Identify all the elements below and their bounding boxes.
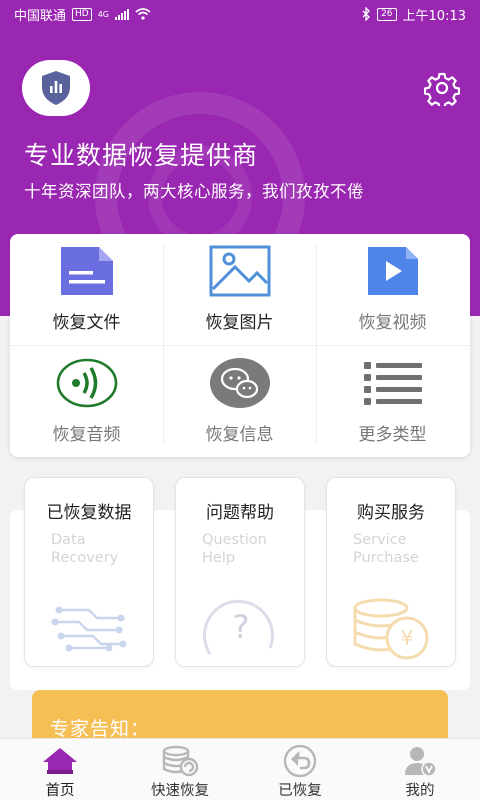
user-icon <box>405 747 437 777</box>
document-icon <box>60 247 113 295</box>
svg-text:¥: ¥ <box>401 626 414 650</box>
page-title: 专业数据恢复提供商 <box>24 141 259 170</box>
purchase-service-en-2: Purchase <box>353 550 419 566</box>
page-subtitle: 十年资深团队，两大核心服务，我们孜孜不倦 <box>24 182 364 201</box>
app-logo <box>22 60 90 116</box>
purchase-service-subtitle: Service Purchase <box>353 531 419 567</box>
shield-chart-icon <box>42 71 70 105</box>
tab-profile-label: 我的 <box>405 783 435 799</box>
purchase-service-card[interactable]: 购买服务 Service Purchase ¥ <box>326 477 456 667</box>
recovered-data-subtitle: Data Recovery <box>51 531 118 567</box>
image-icon <box>209 245 270 297</box>
gear-icon <box>423 72 461 110</box>
recover-images-button[interactable]: 恢复图片 <box>163 234 316 345</box>
recover-audio-button[interactable]: 恢复音频 <box>10 346 163 457</box>
recover-files-button[interactable]: 恢复文件 <box>10 234 163 345</box>
tab-home-label: 首页 <box>45 783 75 799</box>
recover-files-label: 恢复文件 <box>52 313 121 333</box>
expert-notice-title: 专家告知： <box>50 718 151 740</box>
purchase-service-en-1: Service <box>353 532 407 548</box>
question-help-en-2: Help <box>202 550 236 566</box>
tab-recovered-label: 已恢复 <box>278 783 322 799</box>
signal-icon <box>115 8 130 20</box>
recover-video-label: 恢复视频 <box>358 313 427 333</box>
purchase-service-title: 购买服务 <box>357 503 425 523</box>
network-label: 4G <box>97 9 110 19</box>
tab-quick-recovery[interactable]: 快速恢复 <box>120 739 240 800</box>
home-icon <box>43 748 77 774</box>
hd-badge: HD <box>72 7 92 21</box>
recovered-data-title: 已恢复数据 <box>46 503 132 523</box>
coins-icon: ¥ <box>353 598 429 660</box>
question-help-title: 问题帮助 <box>206 503 274 523</box>
undo-icon <box>283 745 317 777</box>
recover-video-button[interactable]: 恢复视频 <box>316 234 469 345</box>
tab-quick-recovery-label: 快速恢复 <box>151 783 209 799</box>
question-help-subtitle: Question Help <box>202 531 267 567</box>
more-types-button[interactable]: 更多类型 <box>316 346 469 457</box>
clock: 上午10:13 <box>402 8 466 24</box>
recovery-type-grid: 恢复文件 恢复图片 恢复视频 恢复音频 恢复信息 更多类型 <box>10 234 470 457</box>
recover-images-label: 恢复图片 <box>205 313 274 333</box>
more-types-label: 更多类型 <box>358 425 427 445</box>
database-restore-icon <box>162 745 199 777</box>
recovered-data-card[interactable]: 已恢复数据 Data Recovery <box>24 477 154 667</box>
tab-recovered[interactable]: 已恢复 <box>240 739 360 800</box>
carrier-label: 中国联通 <box>14 8 67 24</box>
settings-button[interactable] <box>423 70 461 110</box>
circuit-icon <box>51 606 127 652</box>
question-help-card[interactable]: 问题帮助 Question Help ? <box>175 477 305 667</box>
recover-messages-button[interactable]: 恢复信息 <box>163 346 316 457</box>
battery-indicator: 26 <box>377 7 397 21</box>
tab-profile[interactable]: 我的 <box>360 739 480 800</box>
chat-icon <box>209 358 270 408</box>
tab-home[interactable]: 首页 <box>0 739 120 800</box>
recover-audio-label: 恢复音频 <box>52 425 121 445</box>
bottom-tab-bar: 首页 快速恢复 已恢复 我的 <box>0 738 480 800</box>
recovered-data-en-2: Recovery <box>51 550 119 566</box>
recovered-data-en-1: Data <box>51 532 86 548</box>
bluetooth-icon <box>362 7 370 21</box>
question-icon: ? <box>202 599 274 655</box>
video-icon <box>367 247 418 295</box>
audio-icon <box>56 358 117 408</box>
question-help-en-1: Question <box>202 532 267 548</box>
status-bar: 中国联通 HD 4G 26 上午10:13 <box>0 0 480 28</box>
recover-messages-label: 恢复信息 <box>205 425 274 445</box>
wifi-icon <box>135 8 151 20</box>
svg-text:?: ? <box>233 608 250 646</box>
list-icon <box>363 362 422 405</box>
